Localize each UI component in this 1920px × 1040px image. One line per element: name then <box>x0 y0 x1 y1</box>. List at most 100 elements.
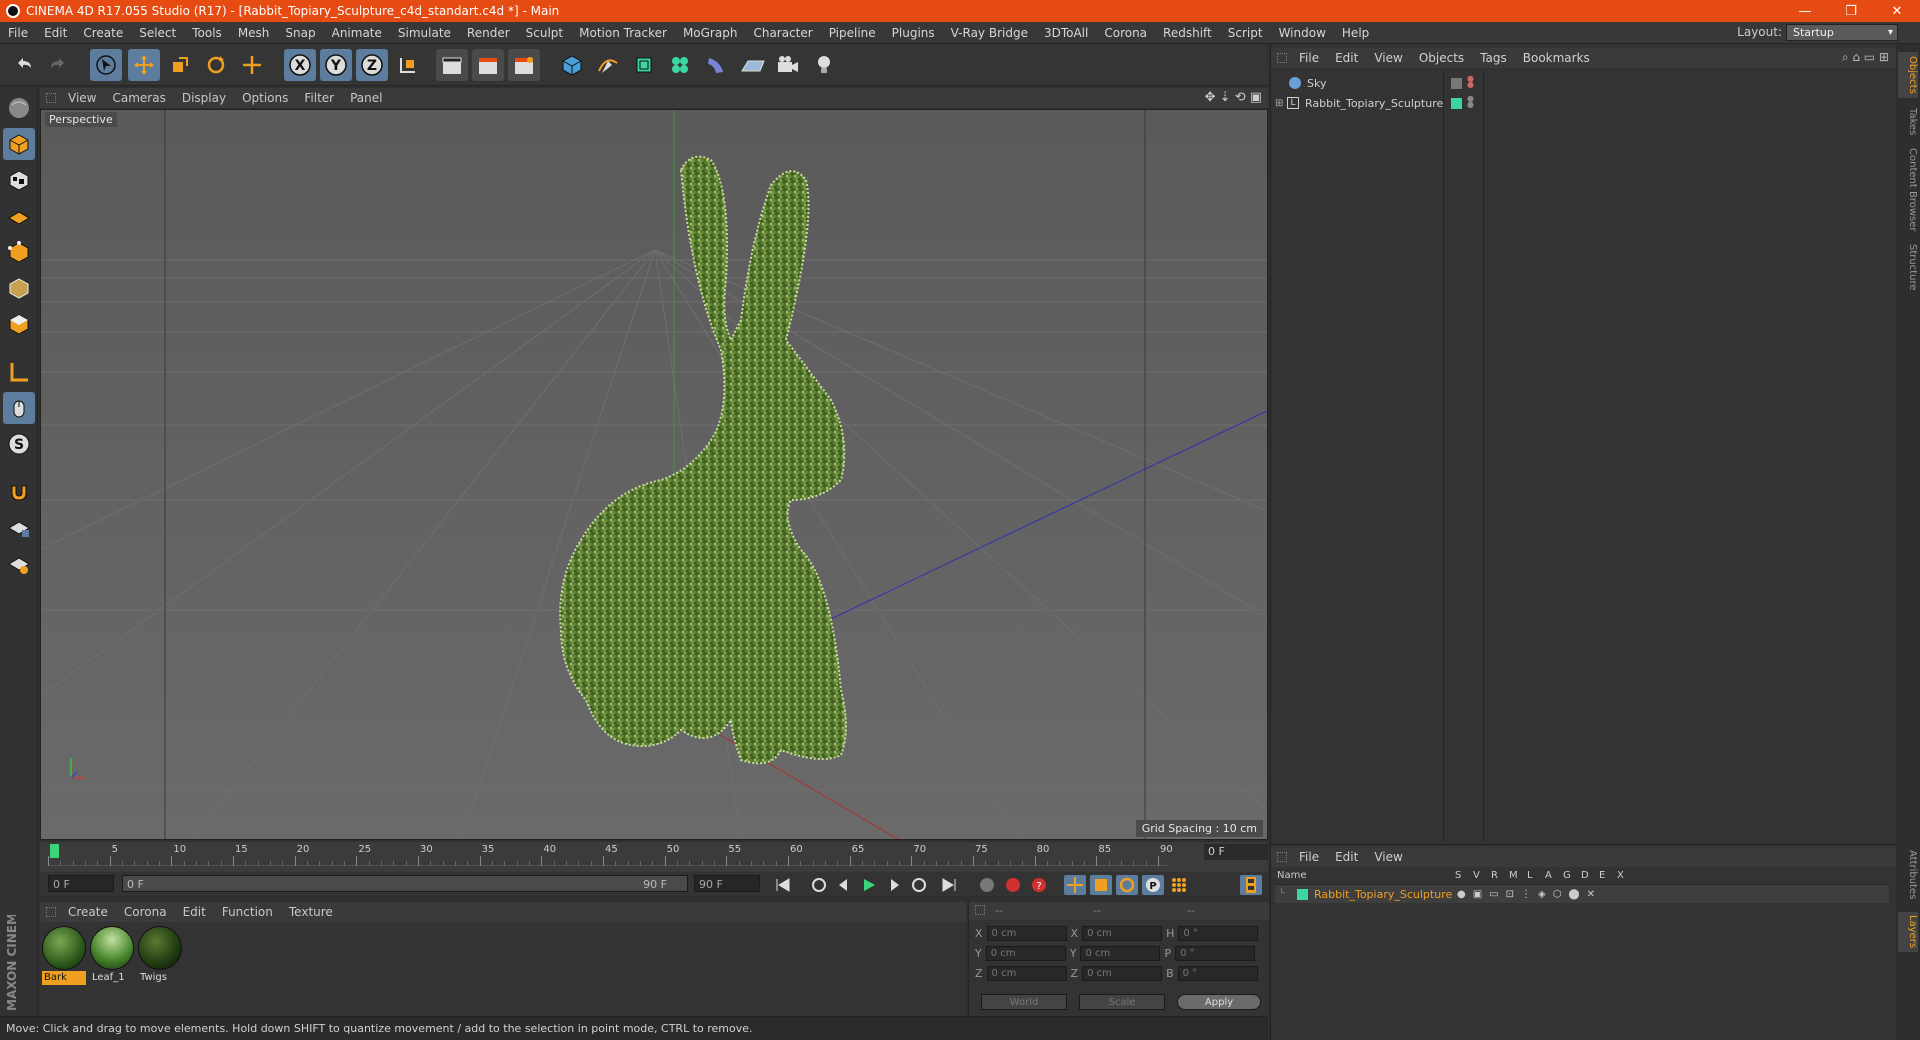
record-active-button[interactable] <box>976 875 998 895</box>
key-rotation-button[interactable] <box>1116 875 1138 895</box>
add-camera-button[interactable] <box>772 49 804 81</box>
menu-tools[interactable]: Tools <box>184 26 230 40</box>
menu-window[interactable]: Window <box>1271 26 1334 40</box>
make-editable-button[interactable] <box>3 92 35 124</box>
add-deformer-button[interactable] <box>700 49 732 81</box>
coord-value-field[interactable]: 0 cm <box>986 965 1067 981</box>
layer-column-e[interactable]: E <box>1599 870 1605 881</box>
viewport-menu-view[interactable]: View <box>60 91 104 105</box>
key-parameter-button[interactable]: P <box>1142 875 1164 895</box>
y-axis-lock-button[interactable]: Y <box>320 49 352 81</box>
edit-render-settings-button[interactable] <box>508 49 540 81</box>
menu-render[interactable]: Render <box>459 26 518 40</box>
magnet-button[interactable] <box>3 476 35 508</box>
layer-column-s[interactable]: S <box>1455 870 1461 881</box>
objects-menu-edit[interactable]: Edit <box>1327 51 1366 65</box>
layer-column-d[interactable]: D <box>1581 870 1589 881</box>
layer-column-m[interactable]: M <box>1509 870 1518 881</box>
tab-attributes[interactable]: Attributes <box>1898 844 1918 906</box>
material-menu-create[interactable]: Create <box>60 905 116 919</box>
tab-takes[interactable]: Takes <box>1898 104 1918 140</box>
objects-menu-file[interactable]: File <box>1291 51 1327 65</box>
layer-column-v[interactable]: V <box>1473 870 1480 881</box>
viewport-menu-display[interactable]: Display <box>174 91 234 105</box>
objects-menu-tags[interactable]: Tags <box>1472 51 1515 65</box>
axis-mode-button[interactable] <box>3 356 35 388</box>
key-scale-button[interactable] <box>1090 875 1112 895</box>
expand-icon[interactable]: ⊞ <box>1275 98 1287 109</box>
apply-button[interactable]: Apply <box>1177 994 1261 1010</box>
current-frame-field[interactable]: 0 F <box>1204 844 1268 860</box>
add-floor-button[interactable] <box>736 49 768 81</box>
tab-structure[interactable]: Structure <box>1898 240 1918 294</box>
menu-script[interactable]: Script <box>1220 26 1271 40</box>
tab-content-browser[interactable]: Content Browser <box>1898 146 1918 234</box>
menu-pipeline[interactable]: Pipeline <box>821 26 884 40</box>
render-picture-viewer-button[interactable] <box>472 49 504 81</box>
sky-tag-icon[interactable] <box>1451 77 1462 89</box>
add-mograph-button[interactable] <box>664 49 696 81</box>
visibility-dots-icon[interactable]: ● ● <box>1467 95 1474 109</box>
workplane-mode-button[interactable] <box>3 200 35 232</box>
end-frame-field[interactable]: 90 F <box>694 875 760 892</box>
previous-key-button[interactable] <box>808 875 830 895</box>
coord-value-field[interactable]: 0 ° <box>1178 925 1259 941</box>
layer-row[interactable]: └ Rabbit_Topiary_Sculpture ●▣▭⊡⋮◈⬡⬤✕ <box>1275 885 1889 903</box>
coord-value-field[interactable]: 0 cm <box>1082 965 1163 981</box>
coord-value-field[interactable]: 0 ° <box>1175 945 1256 961</box>
layer-column-a[interactable]: A <box>1545 870 1552 881</box>
layer-column-l[interactable]: L <box>1527 870 1533 881</box>
key-position-button[interactable] <box>1064 875 1086 895</box>
layer-column-x[interactable]: X <box>1617 870 1624 881</box>
material-menu-function[interactable]: Function <box>214 905 281 919</box>
coord-value-field[interactable]: 0 cm <box>986 925 1067 941</box>
go-to-start-button[interactable] <box>772 875 794 895</box>
object-manager-tools-icons[interactable]: ⌕ ⌂ ▭ ⊞ <box>1842 50 1889 65</box>
preview-range-slider[interactable]: 0 F 90 F <box>122 875 688 892</box>
material-swatch[interactable]: Bark <box>42 926 86 985</box>
add-light-button[interactable] <box>808 49 840 81</box>
viewport-menu-options[interactable]: Options <box>234 91 296 105</box>
texture-mode-button[interactable] <box>3 164 35 196</box>
menu-character[interactable]: Character <box>745 26 820 40</box>
select-tool-button[interactable] <box>90 49 122 81</box>
objects-menu-bookmarks[interactable]: Bookmarks <box>1515 51 1598 65</box>
viewport-menu-cameras[interactable]: Cameras <box>104 91 173 105</box>
menu-plugins[interactable]: Plugins <box>884 26 943 40</box>
edges-mode-button[interactable] <box>3 272 35 304</box>
tab-objects[interactable]: Objects <box>1898 52 1918 98</box>
previous-frame-button[interactable] <box>832 875 854 895</box>
coord-value-field[interactable]: 0 cm <box>1082 925 1163 941</box>
visibility-dots-icon[interactable]: ● ● <box>1467 75 1474 89</box>
coordinate-system-button[interactable] <box>392 49 424 81</box>
menu-help[interactable]: Help <box>1334 26 1377 40</box>
menu-snap[interactable]: Snap <box>277 26 323 40</box>
coord-space-select[interactable]: World <box>981 994 1067 1010</box>
autokey-button[interactable] <box>1002 875 1024 895</box>
layer-toggle-icons[interactable]: ●▣▭⊡⋮◈⬡⬤✕ <box>1457 889 1602 900</box>
objects-menu-view[interactable]: View <box>1366 51 1410 65</box>
material-menu-corona[interactable]: Corona <box>116 905 175 919</box>
locked-workplane-button[interactable] <box>3 512 35 544</box>
coord-value-field[interactable]: 0 ° <box>1177 965 1258 981</box>
move-tool-button[interactable] <box>128 49 160 81</box>
layout-select[interactable]: Startup <box>1786 24 1898 41</box>
coord-value-field[interactable]: 0 cm <box>1080 945 1161 961</box>
layer-color-icon[interactable] <box>1297 888 1308 900</box>
timeline-ruler[interactable]: 051015202530354045505560657075808590 0 F <box>40 842 1268 872</box>
menu-3dtoall[interactable]: 3DToAll <box>1036 26 1096 40</box>
layers-menu-file[interactable]: File <box>1291 850 1327 864</box>
tweak-mode-button[interactable] <box>3 392 35 424</box>
redo-button[interactable] <box>42 49 74 81</box>
play-button[interactable] <box>858 875 880 895</box>
object-row-sky[interactable]: Sky ● ● <box>1275 74 1474 92</box>
polygons-mode-button[interactable] <box>3 308 35 340</box>
perspective-viewport[interactable]: Perspective Grid Spacing : 10 cm <box>40 109 1268 840</box>
viewport-nav-icons[interactable]: ✥ ⇣ ⟲ ▣ <box>1205 90 1262 105</box>
next-key-button[interactable] <box>908 875 930 895</box>
add-cube-button[interactable] <box>556 49 588 81</box>
coord-value-field[interactable]: 0 cm <box>985 945 1066 961</box>
keyframe-selection-button[interactable]: ? <box>1028 875 1050 895</box>
objects-menu-objects[interactable]: Objects <box>1411 51 1472 65</box>
z-axis-lock-button[interactable]: Z <box>356 49 388 81</box>
